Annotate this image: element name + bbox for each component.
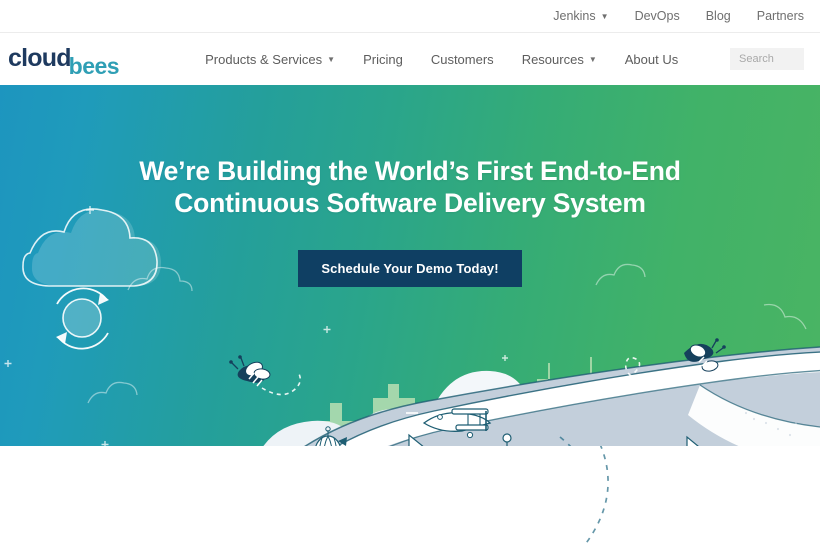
hero-content: We’re Building the World’s First End-to-… xyxy=(0,155,820,287)
utility-nav-label: Jenkins xyxy=(553,9,596,23)
bee-left-icon xyxy=(229,355,271,387)
nav-item-products-services[interactable]: Products & Services ▼ xyxy=(205,52,335,67)
utility-nav-label: Blog xyxy=(705,9,731,23)
chevron-down-icon: ▼ xyxy=(327,55,336,64)
chevron-down-icon: ▼ xyxy=(600,12,609,21)
utility-nav-bar: Jenkins ▼ DevOps Blog Partners xyxy=(0,0,820,33)
schedule-demo-button[interactable]: Schedule Your Demo Today! xyxy=(298,249,522,287)
nav-item-label: Resources xyxy=(521,51,584,67)
search-input[interactable] xyxy=(730,48,804,70)
logo-text-bees: bees xyxy=(68,52,120,79)
nav-item-customers[interactable]: Customers xyxy=(431,52,494,67)
main-header: cloud bees Products & Services ▼ Pricing… xyxy=(0,33,820,85)
search-container xyxy=(730,48,804,70)
utility-nav-item-jenkins[interactable]: Jenkins ▼ xyxy=(553,9,608,23)
nav-item-label: Customers xyxy=(430,51,494,67)
dashed-arc-continued xyxy=(583,446,609,547)
main-nav: Products & Services ▼ Pricing Customers … xyxy=(205,52,706,67)
below-hero-section xyxy=(0,446,820,548)
nav-item-about-us[interactable]: About Us xyxy=(625,52,678,67)
hero-banner: We’re Building the World’s First End-to-… xyxy=(0,85,820,446)
utility-nav-label: Partners xyxy=(756,9,804,23)
below-hero-illustration xyxy=(583,446,609,547)
cloudbees-logo[interactable]: cloud bees xyxy=(8,43,121,77)
utility-nav-item-devops[interactable]: DevOps xyxy=(635,9,680,23)
utility-nav-item-blog[interactable]: Blog xyxy=(706,9,731,23)
logo-text-cloud: cloud xyxy=(8,43,71,72)
chevron-down-icon: ▼ xyxy=(588,55,597,64)
nav-item-label: About Us xyxy=(624,51,679,67)
utility-nav-label: DevOps xyxy=(634,9,680,23)
utility-nav-item-partners[interactable]: Partners xyxy=(757,9,804,23)
nav-item-resources[interactable]: Resources ▼ xyxy=(522,52,597,67)
nav-item-label: Pricing xyxy=(363,51,403,67)
nav-item-label: Products & Services xyxy=(205,51,323,67)
nav-item-pricing[interactable]: Pricing xyxy=(363,52,403,67)
hero-title: We’re Building the World’s First End-to-… xyxy=(139,156,681,219)
